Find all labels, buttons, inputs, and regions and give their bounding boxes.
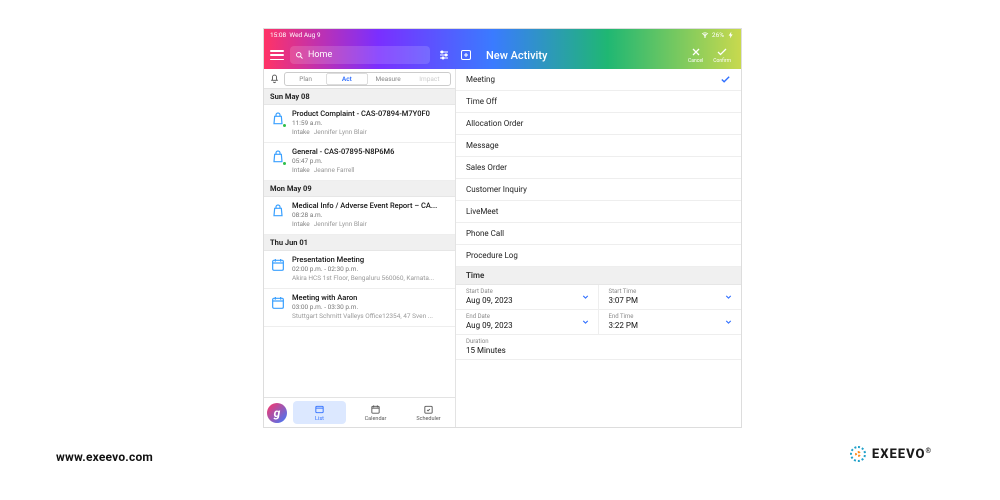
nav-scheduler[interactable]: Scheduler [402, 398, 455, 427]
list-item-time: 03:00 p.m. - 03:30 p.m. [292, 303, 449, 311]
status-right: 26% [701, 31, 735, 39]
add-icon[interactable] [458, 47, 474, 63]
start-time-field[interactable]: Start Time 3:07 PM [599, 285, 742, 310]
bell-icon[interactable] [268, 73, 280, 85]
activity-type-option[interactable]: Message [456, 135, 741, 157]
list-item-title: Meeting with Aaron [292, 293, 449, 302]
chevron-down-icon [724, 293, 733, 302]
activity-list[interactable]: Sun May 08Product Complaint - CAS-07894-… [264, 89, 455, 397]
activity-type-label: Phone Call [466, 229, 504, 238]
activity-type-option[interactable]: Meeting [456, 69, 741, 91]
nav-list[interactable]: List [293, 401, 346, 424]
top-bar: Home New Activity Cancel Confirm [264, 41, 741, 69]
list-item[interactable]: General - CAS-07895-N8P6M605:47 p.m.Inta… [264, 143, 455, 181]
activity-type-label: Customer Inquiry [466, 185, 527, 194]
brand-mark-icon [850, 446, 866, 462]
case-icon [270, 111, 286, 127]
case-icon [270, 149, 286, 165]
check-icon [720, 74, 731, 85]
duration-field[interactable]: Duration 15 Minutes [456, 335, 741, 360]
activity-type-option[interactable]: Time Off [456, 91, 741, 113]
activity-type-label: Message [466, 141, 499, 150]
list-item-time: 02:00 p.m. - 02:30 p.m. [292, 265, 449, 273]
chevron-down-icon [724, 318, 733, 327]
list-item-meta: Stuttgart Schmitt Valleys Office12354, 4… [292, 312, 449, 320]
list-section-header: Mon May 09 [264, 181, 455, 197]
case-icon [270, 203, 286, 219]
activity-type-option[interactable]: Allocation Order [456, 113, 741, 135]
activity-type-label: Sales Order [466, 163, 507, 172]
activity-type-label: LiveMeet [466, 207, 498, 216]
calendar-icon [270, 295, 286, 311]
battery-charge-icon [727, 31, 735, 39]
cancel-button[interactable]: Cancel [688, 46, 703, 64]
nav-calendar[interactable]: Calendar [349, 398, 402, 427]
list-item-title: General - CAS-07895-N8P6M6 [292, 147, 449, 156]
list-item-time: 11:59 a.m. [292, 119, 449, 127]
search-icon [295, 51, 304, 60]
tab-plan[interactable]: Plan [285, 73, 326, 85]
time-section-header: Time [456, 267, 741, 285]
tab-impact[interactable]: Impact [409, 73, 450, 85]
search-input[interactable]: Home [290, 46, 430, 64]
list-section-header: Sun May 08 [264, 89, 455, 105]
confirm-button[interactable]: Confirm [713, 46, 731, 64]
list-item-time: 08:28 a.m. [292, 211, 449, 219]
list-item[interactable]: Medical Info / Adverse Event Report – CA… [264, 197, 455, 235]
activity-type-label: Allocation Order [466, 119, 523, 128]
chevron-down-icon [581, 318, 590, 327]
app-window: 15:08 Wed Aug 9 26% Home New Activity Ca… [263, 28, 742, 428]
list-item[interactable]: Product Complaint - CAS-07894-M7Y0F011:5… [264, 105, 455, 143]
list-item-meta: IntakeJennifer Lynn Blair [292, 128, 449, 136]
status-time-date: 15:08 Wed Aug 9 [270, 31, 321, 39]
activity-type-option[interactable]: Procedure Log [456, 245, 741, 267]
list-item-title: Product Complaint - CAS-07894-M7Y0F0 [292, 109, 449, 118]
activity-type-option[interactable]: Sales Order [456, 157, 741, 179]
activity-type-label: Time Off [466, 97, 497, 106]
end-date-field[interactable]: End Date Aug 09, 2023 [456, 310, 599, 335]
right-pane: Meeting Time Off Allocation Order Message Sa… [456, 69, 741, 427]
list-item-time: 05:47 p.m. [292, 157, 449, 165]
footer-brand: EXEEVO® [850, 446, 932, 462]
list-item-meta: Akira HCS 1st Floor, Bengaluru 560060, K… [292, 274, 449, 282]
filter-icon[interactable] [436, 47, 452, 63]
status-bar: 15:08 Wed Aug 9 26% [264, 29, 741, 41]
footer-url: www.exeevo.com [56, 450, 153, 464]
list-item[interactable]: Meeting with Aaron03:00 p.m. - 03:30 p.m… [264, 289, 455, 327]
list-item-title: Medical Info / Adverse Event Report – CA… [292, 201, 449, 210]
chevron-down-icon [581, 293, 590, 302]
activity-type-option[interactable]: Customer Inquiry [456, 179, 741, 201]
list-item-meta: IntakeJennifer Lynn Blair [292, 220, 449, 228]
list-section-header: Thu Jun 01 [264, 235, 455, 251]
activity-type-option[interactable]: Phone Call [456, 223, 741, 245]
activity-type-option[interactable]: LiveMeet [456, 201, 741, 223]
tab-act[interactable]: Act [326, 73, 367, 85]
activity-type-label: Meeting [466, 75, 495, 84]
calendar-icon [270, 257, 286, 273]
end-time-field[interactable]: End Time 3:22 PM [599, 310, 742, 335]
bottom-nav: g List Calendar Scheduler [264, 397, 455, 427]
activity-type-label: Procedure Log [466, 251, 518, 260]
menu-icon[interactable] [270, 48, 284, 62]
tab-measure[interactable]: Measure [368, 73, 409, 85]
list-item-meta: IntakeJeanne Farrell [292, 166, 449, 174]
left-pane: Plan Act Measure Impact Sun May 08Produc… [264, 69, 456, 427]
panel-title: New Activity [486, 49, 682, 62]
start-date-field[interactable]: Start Date Aug 09, 2023 [456, 285, 599, 310]
app-logo[interactable]: g [264, 398, 290, 427]
view-segmented[interactable]: Plan Act Measure Impact [284, 72, 451, 86]
list-item[interactable]: Presentation Meeting02:00 p.m. - 02:30 p… [264, 251, 455, 289]
wifi-icon [701, 31, 709, 39]
list-item-title: Presentation Meeting [292, 255, 449, 264]
